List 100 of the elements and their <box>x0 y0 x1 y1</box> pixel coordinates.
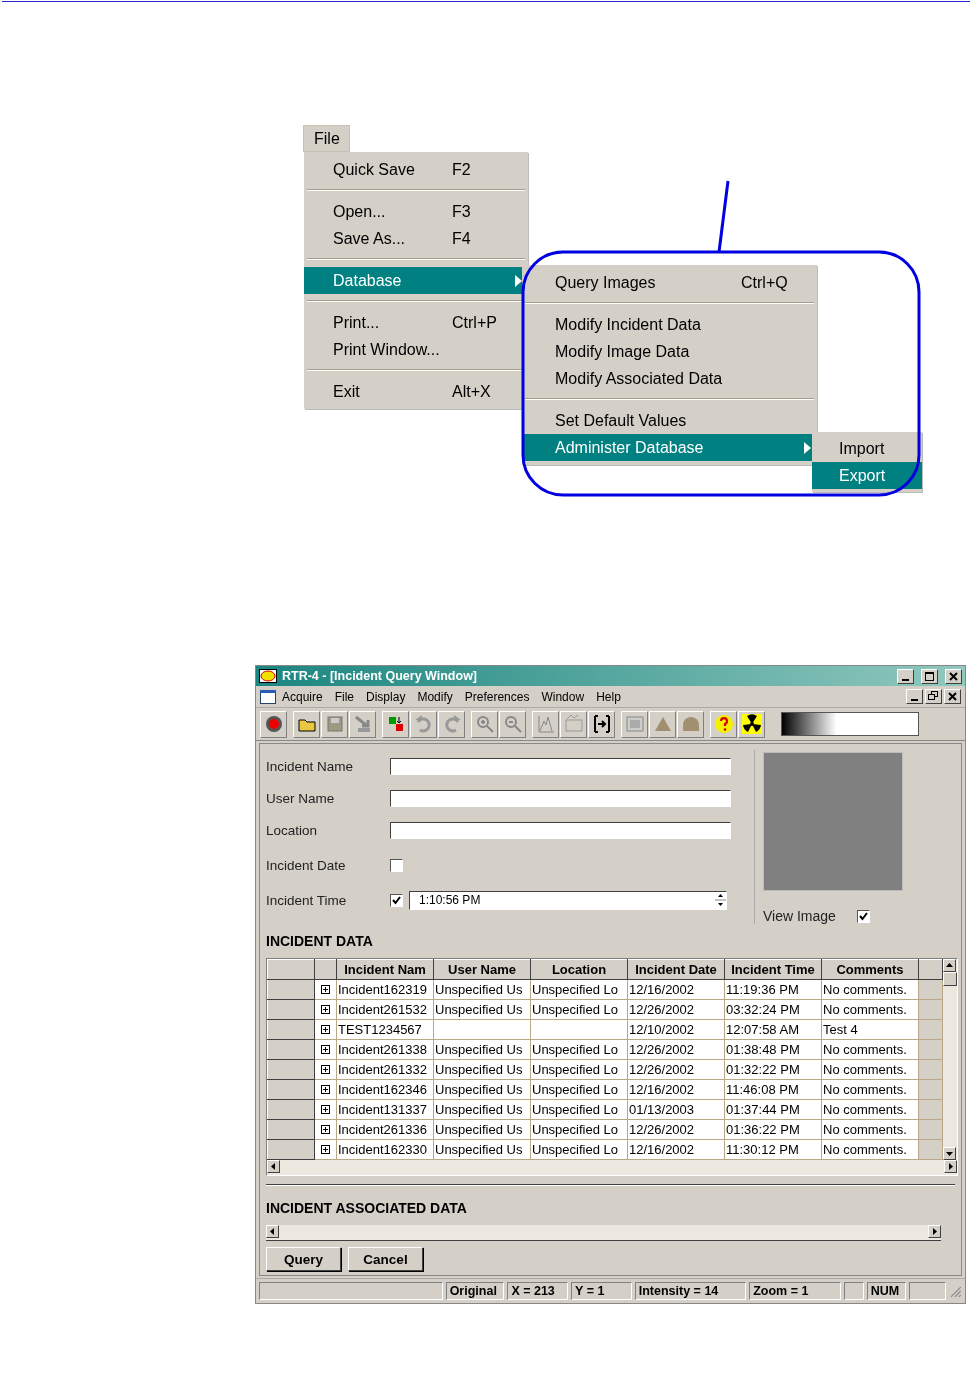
help-button[interactable] <box>710 710 737 738</box>
table-cell: 01:32:22 PM <box>724 1059 822 1080</box>
horizontal-scrollbar[interactable] <box>266 1225 941 1240</box>
record-button[interactable] <box>260 710 287 738</box>
scroll-right-button[interactable] <box>928 1225 941 1238</box>
triangle-button[interactable] <box>649 710 676 738</box>
export-arrow-button[interactable] <box>349 710 376 738</box>
row-header[interactable] <box>267 999 315 1020</box>
row-header[interactable] <box>267 1139 315 1160</box>
expand-icon[interactable] <box>321 1045 330 1054</box>
scroll-up-button[interactable] <box>943 959 956 972</box>
close-button[interactable] <box>945 668 962 684</box>
column-header[interactable]: Location <box>530 959 628 980</box>
zoom-out-button[interactable] <box>499 710 526 738</box>
horizontal-scrollbar[interactable] <box>267 1160 957 1175</box>
table-cell: 12/26/2002 <box>627 1059 725 1080</box>
menu-bar-item[interactable]: Display <box>360 689 412 704</box>
row-header[interactable] <box>267 1039 315 1060</box>
close-button[interactable] <box>944 689 961 704</box>
zoom-in-button[interactable] <box>471 710 498 738</box>
status-pane: X = 213 <box>507 1282 569 1300</box>
table-cell: TEST1234567 <box>336 1019 434 1040</box>
table-cell: No comments. <box>821 979 919 1000</box>
image-frame-button[interactable] <box>621 710 648 738</box>
restore-button[interactable] <box>925 689 942 704</box>
text-field[interactable] <box>390 789 731 807</box>
row-header[interactable] <box>267 1019 315 1040</box>
column-header[interactable]: User Name <box>433 959 531 980</box>
menu-item[interactable]: Set Default Values <box>522 407 817 434</box>
menu-item[interactable]: Open... F3 <box>304 198 528 225</box>
radiation-icon <box>741 714 762 734</box>
column-header[interactable]: Incident Nam <box>336 959 434 980</box>
bracket-arrow-button[interactable] <box>588 710 615 738</box>
time-field[interactable]: 1:10:56 PM <box>409 890 727 910</box>
scroll-down-button[interactable] <box>943 1147 956 1160</box>
menu-bar-item[interactable]: Preferences <box>458 689 536 704</box>
table-cell: No comments. <box>821 1059 919 1080</box>
expand-icon[interactable] <box>321 1125 330 1134</box>
table-cell: Test 4 <box>821 1019 919 1040</box>
expand-icon[interactable] <box>321 1105 330 1114</box>
menu-item[interactable]: Quick Save F2 <box>304 156 528 183</box>
checkbox[interactable] <box>390 858 403 872</box>
table-cell: Incident131337 <box>336 1099 434 1120</box>
table-cell: Incident162346 <box>336 1079 434 1100</box>
push-button[interactable]: Cancel <box>348 1247 423 1271</box>
expand-icon[interactable] <box>321 1065 330 1074</box>
column-header[interactable]: Incident Time <box>724 959 822 980</box>
menu-bar-item[interactable]: Help <box>590 689 627 704</box>
scrollbar-thumb[interactable] <box>943 972 957 986</box>
open-folder-button[interactable] <box>293 710 320 738</box>
table-cell: 12/26/2002 <box>627 1039 725 1060</box>
menu-item[interactable]: Save As... F4 <box>304 225 528 252</box>
menu-bar-item[interactable]: File <box>328 689 361 704</box>
text-field[interactable] <box>390 757 731 775</box>
menu-item[interactable]: Modify Associated Data <box>522 365 817 392</box>
row-header[interactable] <box>267 1099 315 1120</box>
minimize-button[interactable] <box>897 668 914 684</box>
spinner-icon <box>715 894 726 906</box>
expand-icon[interactable] <box>321 985 330 994</box>
menu-bar-item[interactable]: Window <box>535 689 591 704</box>
table-cell: Unspecified Us <box>433 1139 531 1160</box>
row-header[interactable] <box>267 1119 315 1140</box>
maximize-button[interactable] <box>921 668 938 684</box>
minimize-button[interactable] <box>906 689 923 704</box>
scroll-right-button[interactable] <box>944 1160 957 1173</box>
table-cell: 12/16/2002 <box>627 1079 725 1100</box>
vertical-scrollbar[interactable] <box>943 959 957 1160</box>
menu-item[interactable]: Modify Incident Data <box>522 311 817 338</box>
menu-item[interactable]: Export <box>812 462 922 489</box>
histogram-icon <box>535 714 556 734</box>
scroll-left-button[interactable] <box>266 1225 279 1238</box>
submenu-arrow-icon <box>804 441 811 454</box>
resize-grip-icon[interactable] <box>950 1286 962 1297</box>
swap-colors-button[interactable] <box>382 710 409 738</box>
histogram-button[interactable] <box>532 710 559 738</box>
checkbox[interactable] <box>857 909 870 923</box>
menu-title[interactable]: File <box>303 125 350 152</box>
expand-icon[interactable] <box>321 1145 330 1154</box>
table-cell: 12:07:58 AM <box>724 1019 822 1040</box>
table-cell: Unspecified Us <box>433 1059 531 1080</box>
menu-bar-item[interactable]: Modify <box>411 689 459 704</box>
redo-button[interactable] <box>438 710 465 738</box>
expand-icon[interactable] <box>321 1085 330 1094</box>
expand-icon[interactable] <box>321 1005 330 1014</box>
row-header[interactable] <box>267 1079 315 1100</box>
save-button[interactable] <box>321 710 348 738</box>
scroll-left-button[interactable] <box>267 1160 280 1173</box>
undo-button[interactable] <box>410 710 437 738</box>
column-header[interactable]: Incident Date <box>627 959 725 980</box>
text-field[interactable] <box>390 821 731 839</box>
radiation-button[interactable] <box>738 710 765 738</box>
menu-item[interactable]: Modify Image Data <box>522 338 817 365</box>
checkbox[interactable] <box>390 893 403 907</box>
row-header[interactable] <box>267 1059 315 1080</box>
menu-bar-item[interactable]: Acquire <box>276 689 329 704</box>
column-header[interactable]: Comments <box>821 959 919 980</box>
dome-button[interactable] <box>677 710 704 738</box>
push-button[interactable]: Query <box>266 1247 341 1271</box>
expand-icon[interactable] <box>321 1025 330 1034</box>
row-header[interactable] <box>267 979 315 1000</box>
